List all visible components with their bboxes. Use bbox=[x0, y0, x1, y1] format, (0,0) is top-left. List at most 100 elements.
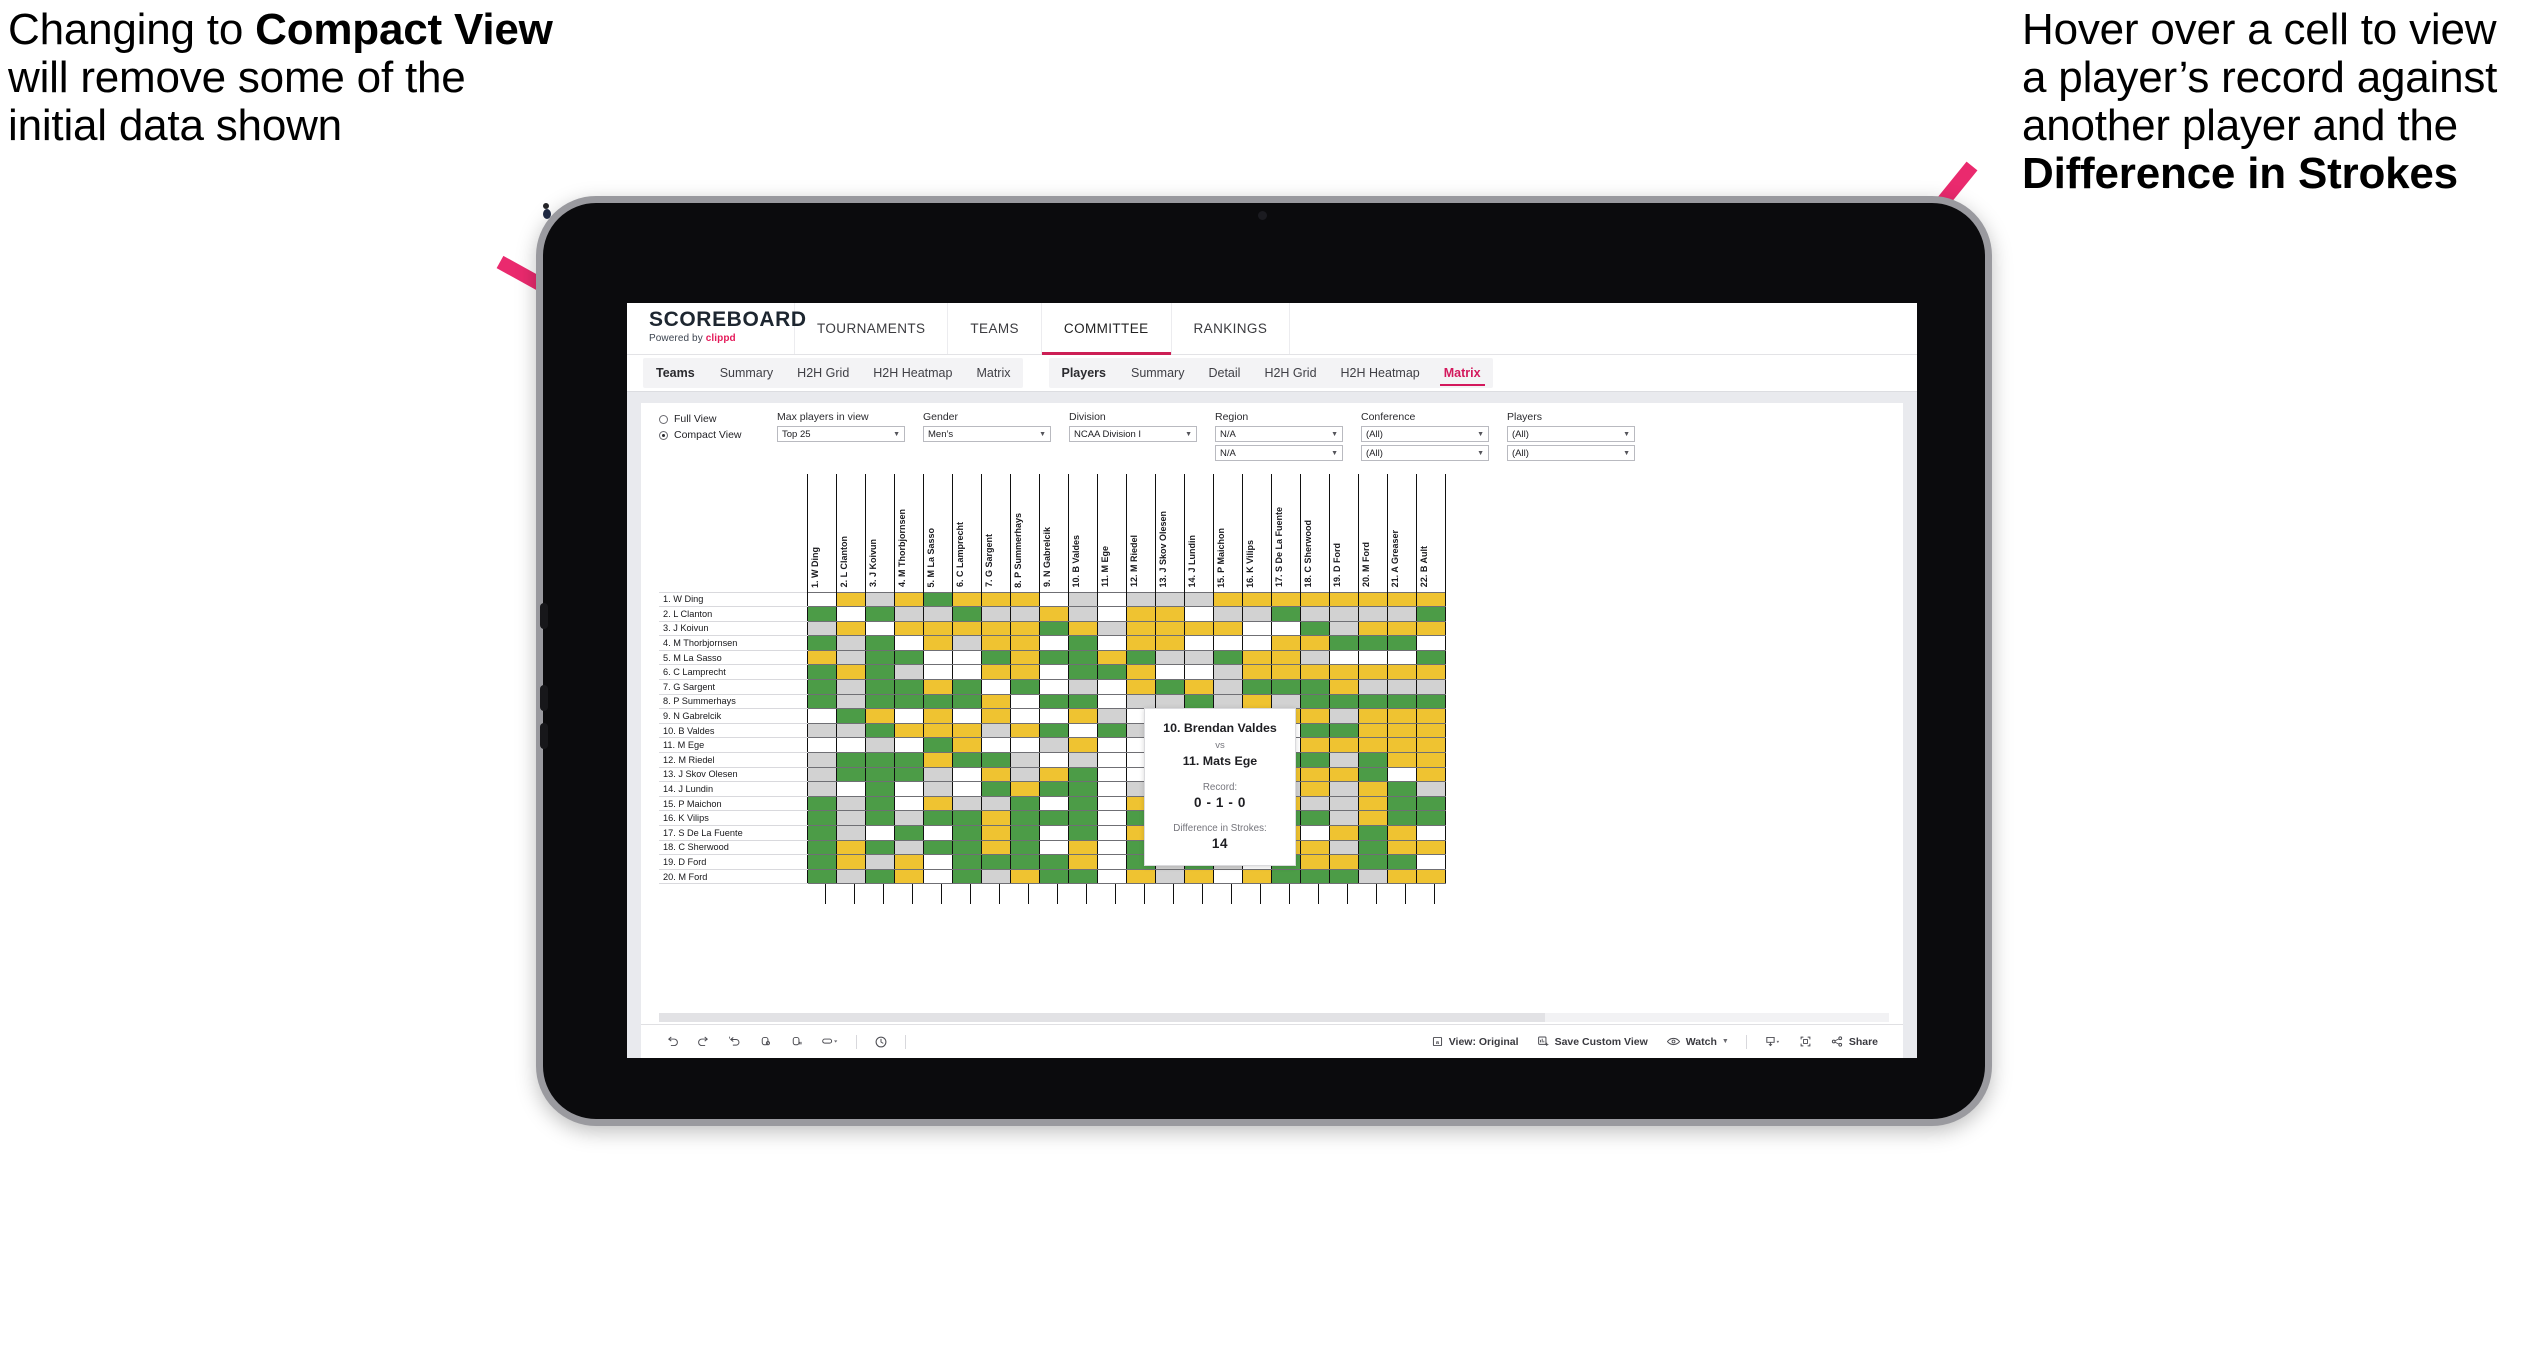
matrix-cell[interactable] bbox=[1096, 679, 1127, 695]
matrix-cell[interactable] bbox=[1299, 620, 1330, 637]
toolbar-download-icon[interactable] bbox=[1755, 1025, 1790, 1059]
matrix-cell[interactable] bbox=[1415, 606, 1446, 622]
matrix-cell[interactable] bbox=[922, 620, 953, 637]
matrix-cell[interactable] bbox=[951, 708, 982, 724]
matrix-cell[interactable] bbox=[1125, 868, 1156, 885]
matrix-cell[interactable] bbox=[1299, 649, 1330, 666]
tab-teams-matrix[interactable]: Matrix bbox=[964, 358, 1022, 388]
matrix-cell[interactable] bbox=[835, 708, 866, 724]
matrix-cell[interactable] bbox=[1328, 825, 1359, 841]
toolbar-clock-icon[interactable] bbox=[865, 1025, 897, 1059]
matrix-cell[interactable] bbox=[864, 679, 895, 695]
matrix-cell[interactable] bbox=[835, 591, 866, 608]
matrix-cell[interactable] bbox=[1212, 693, 1243, 710]
matrix-row-header[interactable]: 13. J Skov Olesen bbox=[659, 766, 807, 783]
matrix-cell[interactable] bbox=[1125, 591, 1156, 608]
matrix-cell[interactable] bbox=[1386, 708, 1417, 724]
matrix-cell[interactable] bbox=[1328, 795, 1359, 812]
matrix-cell[interactable] bbox=[1067, 635, 1098, 651]
matrix-cell[interactable] bbox=[980, 591, 1011, 608]
matrix-cell[interactable] bbox=[893, 795, 924, 812]
matrix-cell[interactable] bbox=[1299, 635, 1330, 651]
matrix-cell[interactable] bbox=[1415, 839, 1446, 856]
matrix-cell[interactable] bbox=[1212, 620, 1243, 637]
matrix-cell[interactable] bbox=[1154, 868, 1185, 885]
matrix-cell[interactable] bbox=[1415, 722, 1446, 739]
matrix-cell[interactable] bbox=[922, 781, 953, 797]
matrix-cell[interactable] bbox=[980, 810, 1011, 826]
matrix-cell[interactable] bbox=[1009, 752, 1040, 768]
matrix-cell[interactable] bbox=[1067, 664, 1098, 681]
matrix-cell[interactable] bbox=[1067, 708, 1098, 724]
matrix-cell[interactable] bbox=[951, 752, 982, 768]
matrix-cell[interactable] bbox=[864, 737, 895, 754]
matrix-cell[interactable] bbox=[980, 868, 1011, 885]
matrix-cell[interactable] bbox=[1357, 708, 1388, 724]
matrix-cell[interactable] bbox=[1415, 620, 1446, 637]
matrix-cell[interactable] bbox=[1009, 722, 1040, 739]
matrix-cell[interactable] bbox=[1328, 752, 1359, 768]
matrix-cell[interactable] bbox=[1328, 781, 1359, 797]
matrix-cell[interactable] bbox=[1299, 781, 1330, 797]
matrix-row-header[interactable]: 9. N Gabrelcik bbox=[659, 708, 807, 724]
matrix-cell[interactable] bbox=[1009, 839, 1040, 856]
matrix-cell[interactable] bbox=[1357, 664, 1388, 681]
nav-item-committee[interactable]: COMMITTEE bbox=[1041, 303, 1172, 355]
matrix-cell[interactable] bbox=[1270, 606, 1301, 622]
matrix-cell[interactable] bbox=[1299, 795, 1330, 812]
matrix-cell[interactable] bbox=[893, 620, 924, 637]
matrix-cell[interactable] bbox=[1328, 708, 1359, 724]
matrix-cell[interactable] bbox=[835, 825, 866, 841]
matrix-cell[interactable] bbox=[864, 839, 895, 856]
matrix-row-header[interactable]: 19. D Ford bbox=[659, 854, 807, 870]
toolbar-save-custom-view-button[interactable]: Save Custom View bbox=[1528, 1025, 1657, 1059]
select-players-0[interactable]: (All) ▼ bbox=[1507, 426, 1635, 442]
matrix-column-header[interactable]: 14. J Lundin bbox=[1183, 474, 1214, 592]
matrix-row-header[interactable]: 8. P Summerhays bbox=[659, 693, 807, 710]
select-max-players-in-view-0[interactable]: Top 25 ▼ bbox=[777, 426, 905, 442]
matrix-cell[interactable] bbox=[1096, 606, 1127, 622]
matrix-cell[interactable] bbox=[1357, 591, 1388, 608]
matrix-cell[interactable] bbox=[1038, 708, 1069, 724]
matrix-cell[interactable] bbox=[951, 649, 982, 666]
matrix-cell[interactable] bbox=[1067, 737, 1098, 754]
matrix-cell[interactable] bbox=[980, 825, 1011, 841]
toolbar-undo-icon[interactable] bbox=[657, 1025, 688, 1059]
matrix-cell[interactable] bbox=[951, 693, 982, 710]
matrix-cell[interactable] bbox=[1415, 693, 1446, 710]
matrix-cell[interactable] bbox=[1096, 591, 1127, 608]
matrix-cell[interactable] bbox=[1241, 868, 1272, 885]
matrix-cell[interactable] bbox=[922, 766, 953, 783]
matrix-cell[interactable] bbox=[864, 635, 895, 651]
matrix-cell[interactable] bbox=[1415, 664, 1446, 681]
matrix-cell[interactable] bbox=[980, 766, 1011, 783]
matrix-cell[interactable] bbox=[893, 810, 924, 826]
matrix-cell[interactable] bbox=[806, 620, 837, 637]
matrix-cell[interactable] bbox=[1009, 766, 1040, 783]
matrix-cell[interactable] bbox=[1212, 664, 1243, 681]
select-conference-1[interactable]: (All) ▼ bbox=[1361, 445, 1489, 461]
matrix-cell[interactable] bbox=[1067, 606, 1098, 622]
matrix-cell[interactable] bbox=[1038, 606, 1069, 622]
matrix-cell[interactable] bbox=[1270, 620, 1301, 637]
matrix-column-header[interactable]: 15. P Maichon bbox=[1212, 474, 1243, 592]
matrix-cell[interactable] bbox=[1038, 810, 1069, 826]
matrix-cell[interactable] bbox=[806, 737, 837, 754]
matrix-cell[interactable] bbox=[1299, 766, 1330, 783]
matrix-cell[interactable] bbox=[1009, 591, 1040, 608]
matrix-cell[interactable] bbox=[1299, 839, 1330, 856]
matrix-cell[interactable] bbox=[1183, 591, 1214, 608]
matrix-cell[interactable] bbox=[1241, 649, 1272, 666]
matrix-cell[interactable] bbox=[1067, 839, 1098, 856]
matrix-cell[interactable] bbox=[806, 825, 837, 841]
matrix-cell[interactable] bbox=[806, 752, 837, 768]
matrix-cell[interactable] bbox=[1328, 606, 1359, 622]
matrix-column-header[interactable]: 13. J Skov Olesen bbox=[1154, 474, 1185, 592]
matrix-cell[interactable] bbox=[922, 664, 953, 681]
matrix-cell[interactable] bbox=[1067, 868, 1098, 885]
matrix-cell[interactable] bbox=[1009, 795, 1040, 812]
matrix-cell[interactable] bbox=[922, 693, 953, 710]
matrix-cell[interactable] bbox=[980, 752, 1011, 768]
matrix-cell[interactable] bbox=[1415, 635, 1446, 651]
tab-teams-summary[interactable]: Summary bbox=[708, 358, 785, 388]
